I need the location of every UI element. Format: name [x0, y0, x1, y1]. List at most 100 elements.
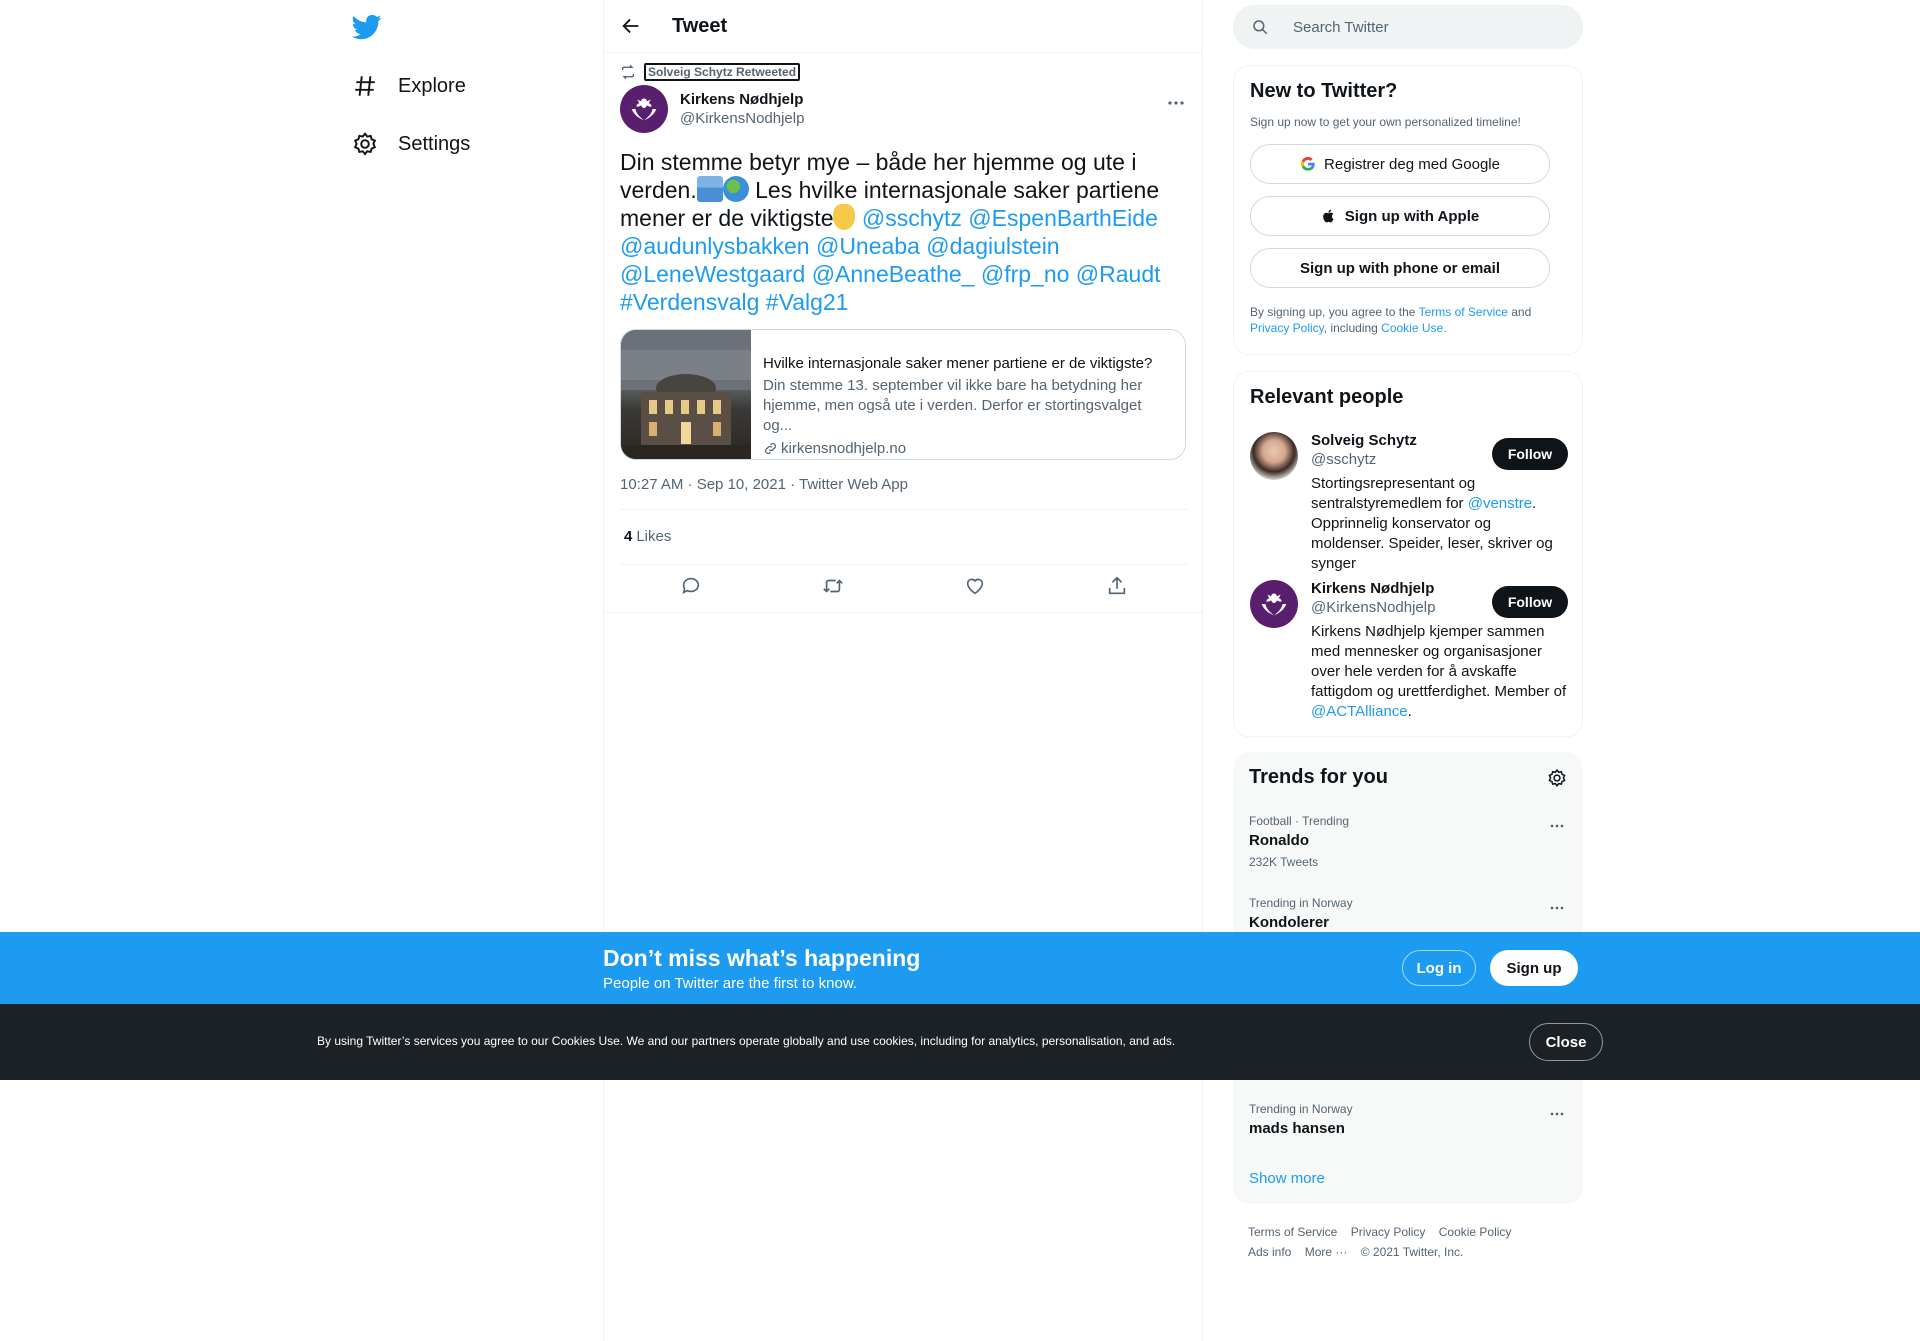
- new-to-twitter-title: New to Twitter?: [1250, 80, 1398, 102]
- signup-subtitle: Sign up now to get your own personalized…: [1250, 115, 1521, 129]
- apple-signup-button[interactable]: Sign up with Apple: [1250, 196, 1550, 236]
- retweet-icon: [622, 64, 634, 80]
- bio-mention-link[interactable]: @venstre: [1468, 495, 1532, 512]
- footer-cookie-link[interactable]: Cookie Policy: [1439, 1225, 1512, 1239]
- new-to-twitter-panel: New to Twitter? Sign up now to get your …: [1233, 65, 1583, 355]
- cookie-banner: By using Twitter’s services you agree to…: [0, 1004, 1920, 1080]
- phone-signup-label: Sign up with phone or email: [1299, 259, 1500, 277]
- link-icon: [765, 443, 776, 454]
- bio-text: .: [1407, 703, 1412, 720]
- bio-text: Stortingsrepresentant og sentralstyremed…: [1311, 475, 1476, 512]
- link-preview-card[interactable]: Hvilke internasjonale saker mener partie…: [620, 329, 1186, 460]
- tweet-author: Kirkens Nødhjelp @KirkensNodhjelp: [620, 85, 1188, 133]
- relevant-people-panel: Relevant people Solveig Schytz @sschytz …: [1233, 371, 1583, 737]
- signup-button[interactable]: Sign up: [1490, 950, 1578, 986]
- trends-title: Trends for you: [1249, 766, 1388, 788]
- reply-icon[interactable]: [680, 575, 702, 597]
- avatar[interactable]: [1250, 432, 1298, 480]
- follow-button[interactable]: Follow: [1492, 586, 1568, 618]
- person-bio: Kirkens Nødhjelp kjemper sammen med menn…: [1311, 622, 1568, 722]
- google-icon: [1301, 156, 1315, 171]
- bio-text: Kirkens Nødhjelp kjemper sammen med menn…: [1311, 623, 1567, 700]
- legal-and: and: [1507, 305, 1532, 319]
- relevant-people-title: Relevant people: [1250, 386, 1404, 408]
- nav-explore[interactable]: Explore: [352, 73, 466, 99]
- author-handle[interactable]: @KirkensNodhjelp: [680, 110, 804, 127]
- card-description: Din stemme 13. september vil ikke bare h…: [763, 377, 1143, 434]
- dove-hands-icon: [1261, 593, 1287, 616]
- banner-subtitle: People on Twitter are the first to know.: [603, 975, 858, 992]
- like-heart-icon[interactable]: [964, 575, 986, 597]
- page-title: Tweet: [672, 14, 728, 37]
- footer-copyright: © 2021 Twitter, Inc.: [1360, 1245, 1464, 1259]
- tweet-actions: [620, 575, 1188, 597]
- google-signup-button[interactable]: Registrer deg med Google: [1250, 144, 1550, 184]
- more-options-icon[interactable]: [1547, 898, 1567, 918]
- retweet-icon[interactable]: [822, 575, 844, 597]
- login-button[interactable]: Log in: [1402, 950, 1476, 986]
- footer-more-link[interactable]: More ···: [1305, 1245, 1348, 1259]
- tweet-text: Din stemme betyr mye – både her hjemme o…: [620, 148, 1188, 316]
- follow-button[interactable]: Follow: [1492, 438, 1568, 470]
- gear-icon: [353, 132, 377, 156]
- likes-count[interactable]: 4 Likes: [624, 528, 671, 545]
- divider: [620, 564, 1188, 565]
- likes-label: Likes: [636, 528, 672, 545]
- divider: [604, 612, 1204, 613]
- tweet-timestamp[interactable]: 10:27 AM · Sep 10, 2021 · Twitter Web Ap…: [620, 476, 908, 493]
- trend-count: 232K Tweets: [1249, 855, 1319, 869]
- main-column: Tweet Solveig Schytz Retweeted Kirkens N…: [603, 0, 1204, 1341]
- apple-signup-label: Sign up with Apple: [1344, 207, 1480, 225]
- hashtag-icon: [355, 76, 375, 96]
- show-more-link[interactable]: Show more: [1249, 1170, 1325, 1187]
- person-bio: Stortingsrepresentant og sentralstyremed…: [1311, 474, 1568, 574]
- legal-including: , including: [1323, 321, 1382, 335]
- nav-settings[interactable]: Settings: [352, 131, 470, 157]
- more-options-icon[interactable]: [1547, 1104, 1567, 1124]
- avatar[interactable]: [620, 85, 668, 133]
- footer-privacy-link[interactable]: Privacy Policy: [1351, 1225, 1426, 1239]
- footer-links: Terms of Service Privacy Policy Cookie P…: [1248, 1222, 1578, 1262]
- trend-meta: Trending in Norway: [1249, 1102, 1353, 1116]
- divider: [620, 509, 1188, 510]
- signup-banner: Don’t miss what’s happening People on Tw…: [0, 932, 1920, 1004]
- gear-icon[interactable]: [1547, 768, 1567, 788]
- trend-item[interactable]: Trending in Norway mads hansen: [1249, 1102, 1567, 1137]
- retweeted-by-link[interactable]: Solveig Schytz Retweeted: [644, 63, 801, 81]
- pointing-down-icon: [833, 204, 856, 230]
- trend-name: Kondolerer: [1249, 914, 1330, 931]
- phone-signup-button[interactable]: Sign up with phone or email: [1250, 248, 1550, 288]
- close-button[interactable]: Close: [1529, 1023, 1603, 1061]
- more-options-icon[interactable]: [1547, 816, 1567, 836]
- trend-meta: Football · Trending: [1249, 814, 1350, 828]
- person-card[interactable]: Solveig Schytz @sschytz Stortingsreprese…: [1250, 432, 1568, 574]
- twitter-logo-icon[interactable]: [351, 12, 382, 42]
- privacy-link[interactable]: Privacy Policy: [1250, 321, 1324, 335]
- signup-legal-text: By signing up, you agree to the Terms of…: [1250, 304, 1566, 336]
- ballot-box-icon: [696, 176, 723, 202]
- google-signup-label: Registrer deg med Google: [1324, 155, 1500, 173]
- back-arrow-icon[interactable]: [620, 15, 642, 37]
- author-name[interactable]: Kirkens Nødhjelp: [680, 91, 804, 108]
- bio-mention-link[interactable]: @ACTAlliance: [1311, 703, 1408, 720]
- terms-link[interactable]: Terms of Service: [1419, 305, 1508, 319]
- card-title: Hvilke internasjonale saker mener partie…: [763, 355, 1153, 372]
- dove-hands-icon: [631, 98, 657, 121]
- more-options-icon[interactable]: [1164, 91, 1188, 115]
- search-icon: [1253, 20, 1268, 35]
- trend-item[interactable]: Trending in Norway Kondolerer: [1249, 896, 1567, 931]
- trend-meta: Trending in Norway: [1249, 896, 1353, 910]
- search-box[interactable]: [1233, 5, 1583, 49]
- card-domain: kirkensnodhjelp.no: [763, 440, 1173, 457]
- footer-terms-link[interactable]: Terms of Service: [1248, 1225, 1337, 1239]
- search-input[interactable]: [1293, 18, 1543, 36]
- legal-prefix: By signing up, you agree to the: [1250, 305, 1419, 319]
- footer-ads-link[interactable]: Ads info: [1248, 1245, 1291, 1259]
- trend-item[interactable]: Football · Trending Ronaldo 232K Tweets: [1249, 814, 1567, 869]
- person-card[interactable]: Kirkens Nødhjelp @KirkensNodhjelp Kirken…: [1250, 580, 1568, 722]
- cookie-use-link[interactable]: Cookie Use.: [1381, 321, 1446, 335]
- banner-title: Don’t miss what’s happening: [603, 945, 921, 971]
- share-icon[interactable]: [1106, 575, 1128, 597]
- globe-icon: [722, 176, 749, 202]
- avatar[interactable]: [1250, 580, 1298, 628]
